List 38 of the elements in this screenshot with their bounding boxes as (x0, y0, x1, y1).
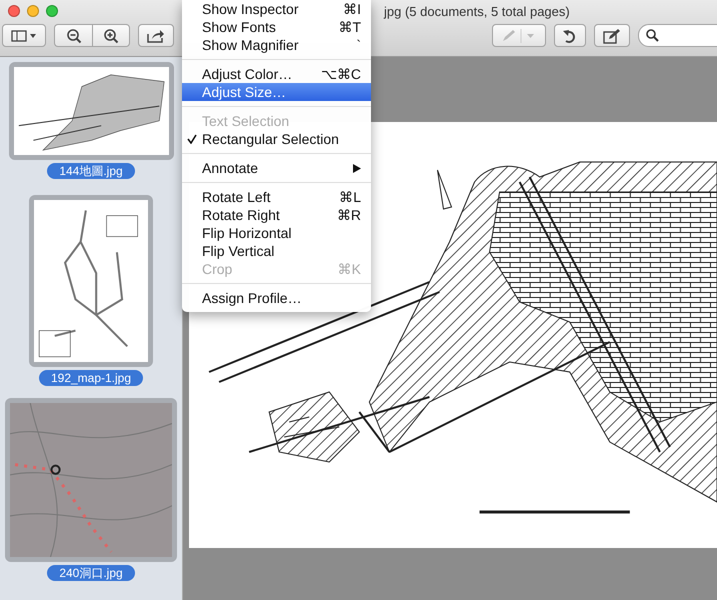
sidebar-icon (11, 30, 37, 42)
zoom-out-button[interactable] (54, 24, 92, 47)
share-button[interactable] (138, 24, 174, 47)
close-button[interactable] (8, 5, 20, 17)
menu-item[interactable]: Rotate Left ⌘L (182, 188, 371, 206)
page-thumbnail[interactable] (5, 398, 177, 562)
search-field[interactable] (638, 24, 717, 47)
share-icon (147, 28, 165, 42)
menu-item[interactable]: Adjust Size… (182, 83, 371, 101)
rotate-icon (563, 28, 577, 44)
thumbnail-label[interactable]: 144地圖.jpg (47, 163, 135, 179)
page-thumbnail[interactable] (29, 195, 153, 367)
edit-icon (603, 28, 621, 44)
thumbnail-label[interactable]: 192_map-1.jpg (38, 370, 144, 386)
pen-icon (501, 28, 537, 42)
rotate-button[interactable] (554, 24, 586, 47)
edit-button[interactable] (594, 24, 630, 47)
menu-item[interactable]: Flip Horizontal (182, 224, 371, 242)
zoom-in-icon (103, 28, 119, 44)
sidebar-view-button[interactable] (2, 24, 46, 47)
zoom-out-icon (66, 28, 82, 44)
menu-item[interactable]: Rectangular Selection (182, 130, 371, 148)
menu-item[interactable]: Flip Vertical (182, 242, 371, 260)
search-icon (646, 29, 659, 42)
menu-item[interactable]: Show Magnifier ` (182, 36, 371, 54)
submenu-arrow-icon (353, 164, 361, 173)
checkmark-icon (187, 134, 197, 144)
zoom-button[interactable] (46, 5, 58, 17)
window-title: jpg (5 documents, 5 total pages) (384, 4, 570, 19)
menu-item[interactable]: Show Fonts ⌘T (182, 18, 371, 36)
menu-item[interactable]: Adjust Color… ⌥⌘C (182, 65, 371, 83)
page-thumbnail[interactable] (8, 62, 174, 160)
menu-item[interactable]: Rotate Right ⌘R (182, 206, 371, 224)
menu-item[interactable]: Show Inspector ⌘I (182, 0, 371, 18)
thumbnail-label[interactable]: 240洞口.jpg (47, 565, 135, 581)
zoom-in-button[interactable] (92, 24, 130, 47)
menu-item[interactable]: Annotate (182, 159, 371, 177)
menu-item[interactable]: Assign Profile… (182, 289, 371, 307)
